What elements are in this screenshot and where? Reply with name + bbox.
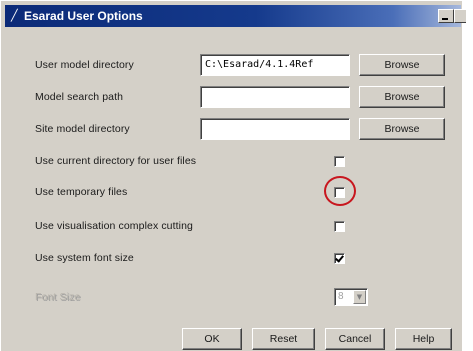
cancel-button[interactable]: Cancel — [325, 328, 385, 350]
site-model-directory-label: Site model directory — [35, 123, 130, 135]
model-search-path-field[interactable] — [200, 86, 350, 108]
browse-search-path-button[interactable]: Browse — [359, 86, 445, 108]
title-bar[interactable]: ╱ Esarad User Options — [5, 5, 466, 27]
window-title: Esarad User Options — [24, 9, 143, 23]
use-visualisation-cutting-label: Use visualisation complex cutting — [35, 220, 193, 232]
ok-button[interactable]: OK — [182, 328, 242, 350]
use-temporary-files-label: Use temporary files — [35, 186, 128, 198]
options-dialog: ╱ Esarad User Options User model directo… — [0, 0, 466, 351]
use-system-font-size-label: Use system font size — [35, 252, 134, 264]
font-size-select[interactable]: 8 ▼ — [334, 288, 368, 306]
user-model-directory-field[interactable]: C:\Esarad/4.1.4Ref — [200, 54, 350, 76]
browse-site-model-button[interactable]: Browse — [359, 118, 445, 140]
font-size-label: Font Size — [35, 291, 81, 303]
use-current-directory-label: Use current directory for user files — [35, 155, 197, 167]
chevron-down-icon[interactable]: ▼ — [353, 290, 366, 304]
font-size-value: 8 — [338, 291, 344, 302]
app-icon: ╱ — [11, 9, 18, 22]
close-button[interactable] — [454, 9, 466, 23]
use-visualisation-cutting-checkbox[interactable] — [334, 221, 345, 232]
use-system-font-size-checkbox[interactable] — [334, 253, 345, 264]
help-button[interactable]: Help — [395, 328, 452, 350]
user-model-directory-label: User model directory — [35, 59, 134, 71]
use-current-directory-checkbox[interactable] — [334, 156, 345, 167]
browse-user-model-button[interactable]: Browse — [359, 54, 445, 76]
model-search-path-label: Model search path — [35, 91, 124, 103]
reset-button[interactable]: Reset — [252, 328, 315, 350]
minimize-button[interactable] — [438, 9, 454, 23]
highlight-circle — [324, 176, 356, 206]
site-model-directory-field[interactable] — [200, 118, 350, 140]
